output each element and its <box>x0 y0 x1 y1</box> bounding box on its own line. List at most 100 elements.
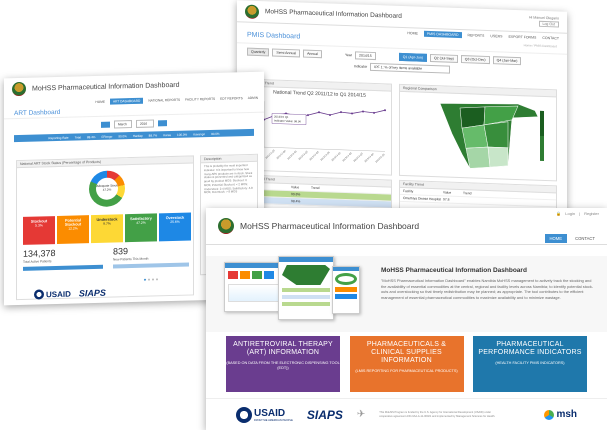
indicator-select[interactable]: IPF 1: % of key items available <box>370 62 451 74</box>
tile-subheading: (HEALTH FACILITY PMIS INDICATORS) <box>495 361 565 366</box>
reporting-rate-strip: Reporting Rate Total 88.4% ERongo 90.0% … <box>14 128 254 143</box>
lock-icon: 🔒 <box>556 211 562 216</box>
usaid-seal-icon <box>34 289 44 300</box>
trend-point <box>351 112 353 115</box>
indicator-label: Indicator <box>353 64 368 69</box>
tile-heading: PHARMACEUTICALS & CLINICAL SUPPLIES INFO… <box>366 341 447 365</box>
logout-button[interactable]: Log Out <box>538 20 559 28</box>
strip-label: Reporting Rate <box>48 135 69 140</box>
usaid-logo: USAID <box>34 289 71 300</box>
tab-q2[interactable]: Q2 (Jul-Sep) <box>429 53 458 63</box>
phone-mockup-image <box>332 266 360 314</box>
prev-button[interactable] <box>101 121 110 128</box>
stock-card-understock[interactable]: Understock 9.7% <box>91 214 123 244</box>
card-value: 5.3% <box>35 223 43 228</box>
tab-semi-annual[interactable]: Semi Annual <box>272 48 301 58</box>
x-tick-label: 2012/13 Q3 <box>309 150 320 161</box>
stock-card-overstock[interactable]: Overstock 25.6% <box>159 212 191 242</box>
total-patients-bar <box>23 264 103 271</box>
cell-facility: Omuthiya District Hospital <box>403 196 441 202</box>
hero-title: MoHSS Pharmaceutical Information Dashboa… <box>381 267 527 274</box>
tab-quarterly[interactable]: Quarterly <box>247 47 270 57</box>
nav-reports[interactable]: REPORTS <box>468 33 485 38</box>
nav-contact[interactable]: CONTACT <box>575 236 595 241</box>
nav-home[interactable]: HOME <box>544 234 568 243</box>
app-title: MoHSS Pharmaceutical Information Dashboa… <box>32 81 180 93</box>
login-link[interactable]: Login <box>565 211 575 216</box>
usaid-text: USAID <box>254 407 286 419</box>
tab-q4[interactable]: Q4 (Jan-Mar) <box>492 56 522 66</box>
breadcrumb: Home / PMIS Dashboard <box>523 43 557 49</box>
tab-q1[interactable]: Q1 (Apr-Jun) <box>398 52 427 62</box>
strip-value: 88.7% <box>148 132 158 138</box>
namibia-map[interactable] <box>400 92 556 181</box>
top-links: 🔒 Login | Register <box>206 208 607 219</box>
col-value: Value <box>443 190 452 195</box>
next-button[interactable] <box>158 120 167 127</box>
nav-facility-reports[interactable]: FACILITY REPORTS <box>185 97 215 102</box>
page-title: PMIS Dashboard <box>247 31 301 41</box>
usaid-logo: USAID FROM THE AMERICAN PEOPLE <box>236 406 293 423</box>
description-text: This is probably the most important indi… <box>204 163 253 195</box>
donut-value: 47.2% <box>102 187 112 192</box>
nav-pmis-dashboard[interactable]: PMIS DASHBOARD <box>423 30 462 38</box>
nav-art-dashboard[interactable]: ART DASHBOARD <box>109 97 144 105</box>
panel-heading: National ART Stock Status (Percentage of… <box>17 156 193 169</box>
col-facility: Facility <box>403 189 414 194</box>
art-information-tile[interactable]: ANTIRETROVIRAL THERAPY (ART) INFORMATION… <box>226 336 340 392</box>
usaid-tagline: FROM THE AMERICAN PEOPLE <box>254 418 293 422</box>
namibia-crest-logo <box>12 81 26 97</box>
nav-admin[interactable]: ADMIN <box>248 96 258 100</box>
hero-description: "MoHSS Pharmaceutical Information Dashbo… <box>381 278 594 300</box>
nav-contact[interactable]: CONTACT <box>542 35 559 40</box>
usaid-seal-icon <box>236 406 252 423</box>
national-trend-panel: National Trend National Trend Q2 2011/12… <box>247 78 392 176</box>
strip-value: 90.0% <box>211 131 220 136</box>
trend-point <box>307 114 309 117</box>
x-tick-label: 2012/13 Q4 <box>320 151 331 162</box>
nav-home[interactable]: HOME <box>407 31 418 35</box>
performance-indicators-tile[interactable]: PHARMACEUTICAL PERFORMANCE INDICATORS (H… <box>473 336 587 392</box>
trend-point <box>373 111 375 114</box>
trend-point <box>318 111 320 114</box>
screenshot-collage: MoHSS Pharmaceutical Information Dashboa… <box>0 0 607 430</box>
tab-q3[interactable]: Q3 (Oct-Dec) <box>460 55 490 65</box>
new-patients-label: New Patients This Month <box>113 256 149 262</box>
module-tiles: ANTIRETROVIRAL THERAPY (ART) INFORMATION… <box>206 336 607 392</box>
strip-value: 88.4% <box>86 134 96 139</box>
stock-card-potential-stockout[interactable]: Potential Stockout 12.2% <box>57 215 89 245</box>
siaps-logo: SIAPS <box>306 407 343 422</box>
x-tick-label: 2013/14 Q4 <box>364 152 375 163</box>
x-tick-label: 2012/13 Q1 <box>287 149 298 160</box>
cell-value: 97.8 <box>443 197 450 202</box>
register-link[interactable]: Register <box>584 211 599 216</box>
year-select[interactable]: 2014/15 <box>355 51 376 61</box>
bird-logo-icon: ✈ <box>356 409 366 420</box>
stock-card-satisfactory[interactable]: Satisfactory 47.2% <box>125 213 157 243</box>
pharmaceuticals-supplies-tile[interactable]: PHARMACEUTICALS & CLINICAL SUPPLIES INFO… <box>349 336 464 392</box>
separator: | <box>579 211 581 216</box>
nav-export-forms[interactable]: EXPORT FORMS <box>508 34 536 39</box>
siaps-logo: SIAPS <box>78 287 106 299</box>
nav-users[interactable]: USERS <box>490 34 502 38</box>
stock-card-stockout[interactable]: Stockout 5.3% <box>23 216 55 245</box>
nav-home[interactable]: HOME <box>95 100 105 104</box>
nav-edt-reports[interactable]: EDT REPORTS <box>220 96 243 101</box>
month-select[interactable]: March <box>114 120 132 129</box>
carousel-dots[interactable] <box>144 278 158 281</box>
strip-value: 100.0% <box>177 132 188 137</box>
footer: USAID FROM THE AMERICAN PEOPLE SIAPS ✈ T… <box>206 398 607 430</box>
namibia-crest-logo <box>245 4 259 19</box>
trend-point <box>384 109 386 112</box>
x-tick-label: 2014/15 Q1 <box>375 152 386 163</box>
tab-annual[interactable]: Annual <box>303 49 322 59</box>
header: MoHSS Pharmaceutical Information Dashboa… <box>206 218 607 234</box>
year-select[interactable]: 2016 <box>136 119 154 128</box>
x-tick-label: 2012/13 Q2 <box>298 150 309 161</box>
cell-value: 99.8% <box>291 192 301 197</box>
x-tick-label: 2011/12 Q3 <box>265 149 276 160</box>
nav-national-reports[interactable]: NATIONAL REPORTS <box>148 98 180 103</box>
home-page-window: 🔒 Login | Register MoHSS Pharmaceutical … <box>206 208 607 430</box>
msh-text: msh <box>556 409 577 420</box>
strip-value: 90.0% <box>118 133 127 138</box>
